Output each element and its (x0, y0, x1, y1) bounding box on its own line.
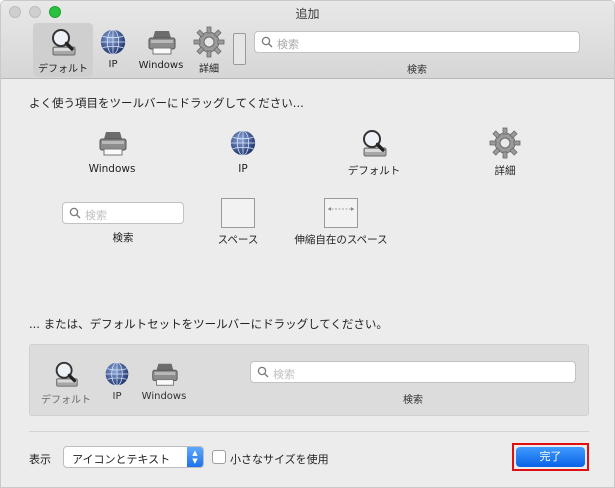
palette-item-space[interactable]: スペース (215, 198, 261, 247)
search-icon (69, 207, 81, 219)
magnifier-icon (51, 359, 81, 389)
toolbar-item-default[interactable]: デフォルト (33, 23, 93, 77)
palette-item-flexible-space[interactable]: 伸縮自在のスペース (289, 198, 393, 247)
palette-item-flexible-space-label: 伸縮自在のスペース (294, 234, 388, 246)
small-size-label: 小さなサイズを使用 (230, 453, 329, 466)
palette-item-details[interactable]: 詳細 (488, 127, 522, 178)
show-mode-value: アイコンとテキスト (72, 453, 171, 466)
window-toolbar: 追加 デフォルト IP Windows 詳細 検索 検索 (1, 1, 614, 79)
search-icon (257, 366, 269, 378)
default-set-item-windows: Windows (138, 359, 190, 402)
printer-icon (149, 359, 179, 389)
palette-item-search-label: 検索 (112, 232, 134, 244)
toolbar-search-field[interactable]: 検索 (254, 31, 580, 53)
toolbar-item-windows-label: Windows (138, 60, 184, 71)
toolbar-space-item[interactable] (233, 33, 246, 65)
small-size-checkbox[interactable] (212, 450, 226, 464)
done-button[interactable]: 完了 (516, 447, 585, 467)
palette-item-space-label: スペース (217, 234, 259, 246)
default-set-item-ip-label: IP (112, 391, 122, 402)
palette-item-details-label: 詳細 (494, 165, 516, 177)
default-set-well[interactable]: デフォルト IP Windows 検索 検索 (29, 344, 589, 416)
customize-toolbar-window: 追加 デフォルト IP Windows 詳細 検索 検索 よく使う項目をツールバ… (0, 0, 615, 488)
palette-item-default-label: デフォルト (347, 165, 401, 177)
default-set-item-ip: IP (102, 359, 132, 402)
flexible-space-arrows-icon (328, 207, 354, 211)
magnifier-icon (358, 127, 390, 159)
palette-item-windows-label: Windows (88, 163, 136, 175)
search-icon (261, 36, 273, 48)
default-set-item-windows-label: Windows (141, 391, 187, 402)
toolbar-search-placeholder: 検索 (277, 38, 299, 51)
drag-instruction: よく使う項目をツールバーにドラッグしてください... (29, 96, 304, 110)
printer-icon (96, 127, 128, 159)
separator (29, 431, 589, 432)
show-mode-popup[interactable]: アイコンとテキスト ▲ ▼ (63, 446, 204, 468)
palette-search-placeholder: 検索 (85, 209, 107, 222)
globe-icon (228, 127, 258, 159)
palette-item-ip-label: IP (238, 163, 248, 175)
globe-icon (98, 27, 128, 57)
window-title: 追加 (295, 7, 320, 21)
toolbar-item-ip-label: IP (108, 59, 118, 70)
up-down-chevron-icon: ▲ ▼ (187, 447, 203, 467)
space-icon (221, 198, 255, 228)
globe-icon (103, 359, 131, 389)
default-set-search-field: 検索 (250, 361, 576, 383)
toolbar-search-label: 検索 (407, 65, 427, 76)
gear-icon (193, 26, 225, 58)
toolbar-item-windows[interactable]: Windows (134, 23, 188, 77)
default-set-instruction: ... または、デフォルトセットをツールバーにドラッグしてください。 (29, 317, 388, 331)
toolbar-item-default-label: デフォルト (38, 64, 88, 75)
default-set-search-placeholder: 検索 (273, 368, 295, 381)
palette-item-search[interactable]: 検索 検索 (61, 202, 185, 245)
flexible-space-icon (324, 198, 358, 228)
magnifier-icon (47, 26, 79, 58)
palette-item-default[interactable]: デフォルト (344, 127, 404, 178)
gear-icon (489, 127, 521, 159)
toolbar-item-ip[interactable]: IP (97, 23, 129, 77)
customize-sheet: よく使う項目をツールバーにドラッグしてください... Windows IP デフ… (9, 79, 606, 487)
printer-icon (145, 26, 177, 58)
default-set-item-default: デフォルト (40, 359, 92, 406)
palette-search-field: 検索 (62, 202, 184, 224)
toolbar-item-details-label: 詳細 (199, 64, 219, 75)
default-set-search-label: 検索 (403, 395, 423, 406)
palette-item-windows[interactable]: Windows (83, 127, 141, 175)
toolbar-item-details[interactable]: 詳細 (193, 23, 225, 77)
show-label: 表示 (29, 453, 51, 466)
palette-item-ip[interactable]: IP (228, 127, 258, 175)
default-set-item-default-label: デフォルト (41, 395, 91, 406)
